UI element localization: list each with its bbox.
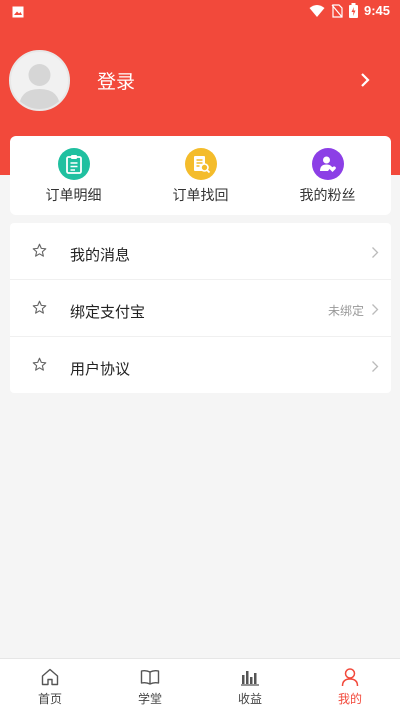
nav-tab-earnings[interactable]: 收益 (200, 659, 300, 711)
settings-menu: 我的消息 绑定支付宝 未绑定 用户协议 (10, 223, 391, 393)
status-bar: 9:45 (0, 0, 400, 24)
star-outline-icon (32, 300, 47, 314)
nav-tab-label: 首页 (37, 692, 62, 706)
star-outline-icon (32, 357, 47, 371)
alipay-status-text: 未绑定 (327, 304, 364, 318)
profile-login-row[interactable]: 登录 (0, 50, 400, 112)
bar-chart-icon (241, 671, 259, 686)
avatar[interactable] (9, 50, 70, 111)
default-avatar-icon (19, 64, 60, 109)
gallery-notification-icon (12, 6, 24, 18)
quick-action-label: 我的粉丝 (299, 188, 356, 204)
menu-item-label: 绑定支付宝 (70, 303, 146, 321)
clipboard-icon (57, 148, 90, 180)
quick-action-order-details[interactable]: 订单明细 (10, 136, 137, 215)
star-outline-icon (32, 243, 47, 257)
nav-tab-mine[interactable]: 我的 (300, 659, 400, 711)
quick-action-my-fans[interactable]: 我的粉丝 (264, 136, 391, 215)
nav-tab-school[interactable]: 学堂 (100, 659, 200, 711)
home-icon (41, 668, 59, 686)
document-search-icon (184, 148, 217, 180)
chevron-right-icon (372, 304, 379, 315)
menu-item-bind-alipay[interactable]: 绑定支付宝 未绑定 (10, 280, 391, 337)
menu-item-user-agreement[interactable]: 用户协议 (10, 337, 391, 394)
nav-tab-label: 学堂 (137, 692, 162, 706)
bottom-nav: 首页 学堂 收益 我的 (0, 658, 400, 711)
quick-action-label: 订单找回 (172, 188, 229, 204)
book-icon (140, 669, 160, 685)
chevron-right-icon (372, 247, 379, 258)
menu-item-messages[interactable]: 我的消息 (10, 223, 391, 280)
nav-tab-label: 收益 (237, 692, 262, 706)
users-heart-icon (311, 148, 344, 180)
battery-charging-icon (348, 3, 358, 18)
quick-action-label: 订单明细 (45, 188, 102, 204)
login-label[interactable]: 登录 (97, 67, 135, 94)
nav-tab-label: 我的 (337, 692, 362, 706)
status-time: 9:45 (363, 3, 390, 18)
menu-item-label: 用户协议 (70, 360, 131, 378)
nav-tab-home[interactable]: 首页 (0, 659, 100, 711)
chevron-right-icon (372, 361, 379, 372)
wifi-icon (309, 4, 325, 17)
quick-action-order-recovery[interactable]: 订单找回 (137, 136, 264, 215)
no-sim-icon (331, 3, 343, 18)
quick-actions-card: 订单明细 订单找回 我的粉丝 (10, 136, 391, 215)
menu-item-label: 我的消息 (70, 246, 131, 264)
user-icon (341, 668, 359, 687)
chevron-right-icon[interactable] (358, 72, 372, 88)
